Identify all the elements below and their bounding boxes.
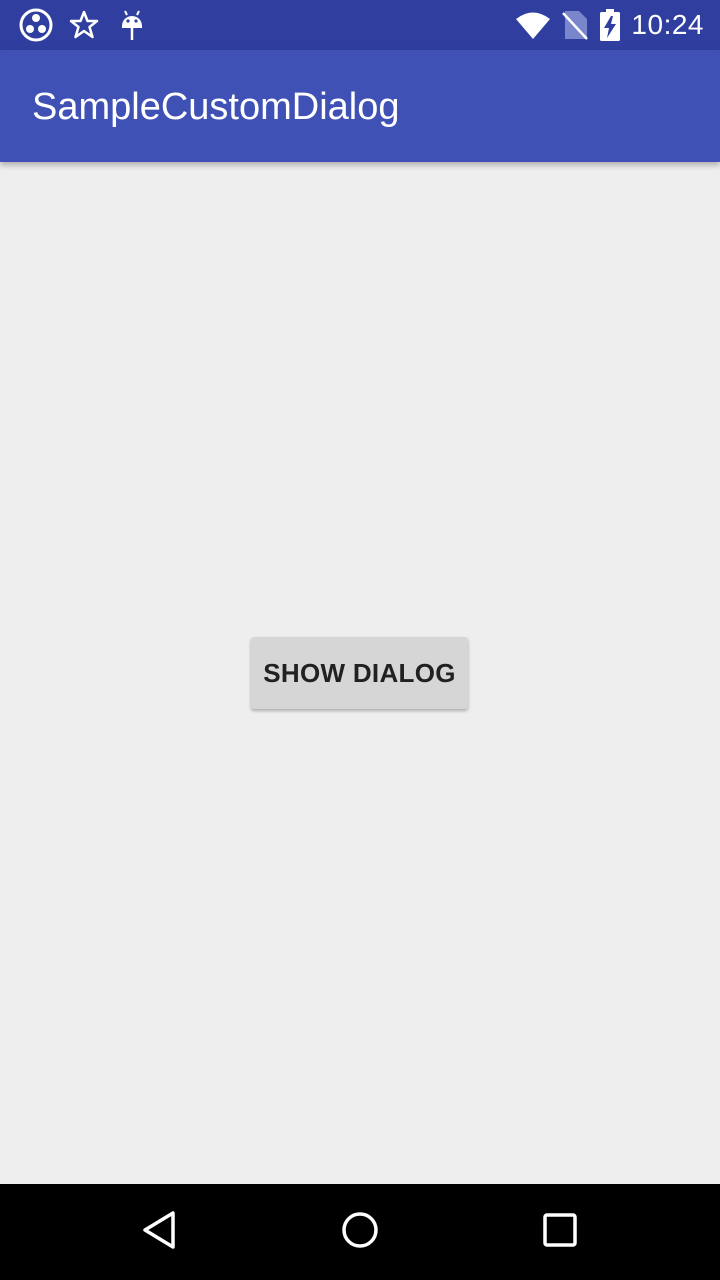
android-icon — [114, 8, 150, 42]
main-content: SHOW DIALOG — [0, 162, 720, 1184]
app-title: SampleCustomDialog — [32, 86, 400, 128]
recents-button[interactable] — [526, 1198, 594, 1266]
battery-charging-icon — [599, 8, 621, 42]
no-sim-icon — [561, 9, 589, 41]
home-icon — [340, 1210, 380, 1255]
wifi-icon — [515, 10, 551, 40]
clock: 10:24 — [631, 9, 704, 40]
status-bar: 10:24 — [0, 0, 720, 50]
app-bar: SampleCustomDialog — [0, 50, 720, 162]
navigation-bar — [0, 1184, 720, 1280]
home-button[interactable] — [326, 1198, 394, 1266]
show-dialog-button[interactable]: SHOW DIALOG — [251, 637, 468, 709]
disc-icon — [18, 8, 54, 42]
system-icons: 10:24 — [505, 8, 704, 42]
recents-icon — [542, 1212, 578, 1253]
notification-icons — [18, 8, 162, 42]
back-button[interactable] — [126, 1198, 194, 1266]
star-icon — [66, 8, 102, 42]
back-icon — [140, 1210, 180, 1255]
